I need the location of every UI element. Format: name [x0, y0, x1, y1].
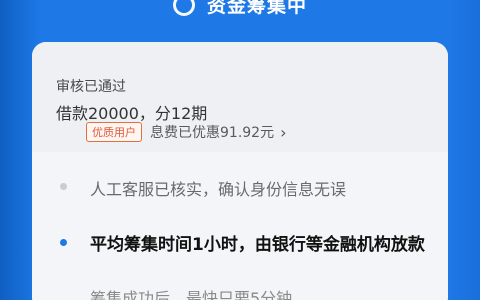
page-title: 资金筹集中	[206, 0, 307, 17]
premium-user-badge: 优质用户	[86, 122, 142, 142]
review-status-label: 审核已通过	[56, 79, 126, 95]
progress-step-pending: 筹集成功后，最快只要5分钟	[90, 289, 293, 300]
timeline-dot-done	[60, 183, 67, 190]
interest-discount-row[interactable]: 优质用户 息费已优惠91.92元 ›	[86, 122, 287, 142]
loan-amount-terms: 借款20000，分12期	[56, 104, 208, 123]
chevron-right-icon: ›	[280, 122, 287, 142]
interest-discount-text: 息费已优惠91.92元	[150, 125, 275, 141]
loading-spinner-icon	[172, 0, 195, 16]
status-header: 资金筹集中	[0, 0, 480, 28]
progress-step-active: 平均筹集时间1小时，由银行等金融机构放款	[90, 235, 425, 255]
background-edge	[448, 0, 480, 300]
timeline-dot-active	[60, 239, 67, 246]
progress-step: 人工客服已核实，确认身份信息无误	[90, 180, 347, 199]
